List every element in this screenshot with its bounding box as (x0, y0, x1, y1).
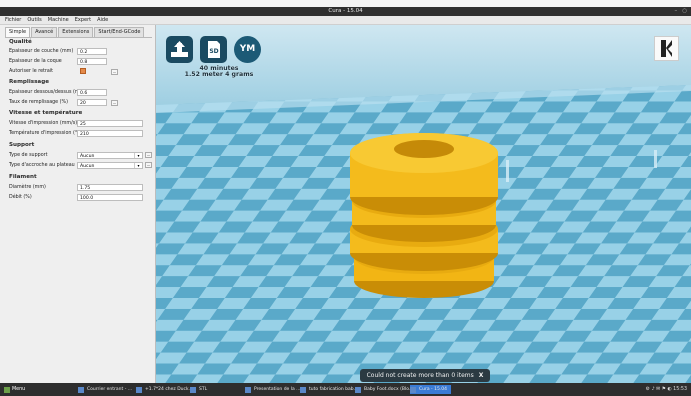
menu-expert[interactable]: Expert (75, 16, 91, 24)
notification-toast: Could not create more than 0 items X (360, 369, 490, 382)
flow-label: Débit (%) (9, 195, 32, 200)
flow-input[interactable]: 100.0 (77, 194, 143, 201)
task-cura[interactable]: Cura - 15.04 (410, 385, 451, 394)
section-remplissage: Remplissage (9, 79, 50, 85)
app-icon (136, 387, 142, 393)
task-label: Courrier entrant - ... (87, 387, 133, 392)
sd-card-icon: SD (208, 41, 220, 58)
task-label: Presentation de la ... (254, 387, 301, 392)
system-tray: ⚙ ♪ ✉ ⚑ ◐ 15:53 (646, 385, 687, 394)
section-filament: Filament (9, 174, 37, 180)
chevron-down-icon: ▾ (134, 153, 142, 158)
adhesion-settings-button[interactable]: ... (145, 162, 152, 168)
retract-checkbox[interactable] (80, 68, 86, 74)
tab-divider (5, 37, 152, 38)
svg-text:SD: SD (209, 48, 218, 55)
shell-input[interactable]: 0.8 (77, 58, 107, 65)
view-mode-icon (661, 40, 672, 57)
fill-label: Taux de remplissage (%) (9, 100, 68, 105)
task-label: Cura - 15.04 (419, 387, 447, 392)
retract-settings-button[interactable]: ... (111, 69, 118, 75)
youmagine-button[interactable]: YM (234, 36, 261, 63)
menu-bar: Fichier Outils Machine Expert Aide (0, 16, 691, 25)
menu-fichier[interactable]: Fichier (5, 16, 21, 24)
print-info: 40 minutes 1.52 meter 4 grams (169, 65, 269, 78)
temp-label: Température d'impression (°C) (9, 131, 83, 136)
title-bar: Cura - 15.04 – ○ (0, 7, 691, 16)
task-duck[interactable]: +1.7*24 chez Duck... (136, 385, 193, 394)
load-model-button[interactable] (166, 36, 193, 63)
diameter-label: Diamètre (mm) (9, 185, 46, 190)
task-babyfoot[interactable]: Baby Foot.docx (Blo... (355, 385, 413, 394)
support-settings-button[interactable]: ... (145, 152, 152, 158)
top-strip (0, 0, 691, 7)
task-courrier[interactable]: Courrier entrant - ... (78, 385, 132, 394)
menu-icon (4, 387, 10, 393)
app-icon (355, 387, 361, 393)
adhesion-select[interactable]: Aucun ▾ (77, 162, 143, 169)
model-object[interactable] (350, 133, 498, 298)
view-mode-button[interactable] (654, 36, 679, 61)
minimize-button[interactable]: – (674, 7, 677, 16)
app-icon (245, 387, 251, 393)
fill-settings-button[interactable]: ... (111, 100, 118, 106)
support-type-value: Aucun (80, 154, 95, 159)
3d-viewport[interactable]: SD YM 40 minutes 1.52 meter 4 grams Coul… (156, 25, 691, 383)
toast-close-button[interactable]: X (479, 372, 484, 379)
task-label: +1.7*24 chez Duck... (145, 387, 193, 392)
temp-input[interactable]: 210 (77, 130, 143, 137)
section-vitesse: Vitesse et température (9, 110, 83, 116)
support-type-select[interactable]: Aucun ▾ (77, 152, 143, 159)
plate-corner-marker (654, 150, 657, 168)
plate-corner-marker (506, 160, 509, 182)
section-qualite: Qualité (9, 39, 32, 45)
speed-input[interactable]: 25 (77, 120, 143, 127)
maximize-button[interactable]: ○ (682, 7, 687, 16)
menu-machine[interactable]: Machine (48, 16, 69, 24)
tray-icons[interactable]: ⚙ ♪ ✉ ⚑ ◐ (646, 387, 672, 392)
bottom-top-input[interactable]: 0.6 (77, 89, 107, 96)
app-icon (300, 387, 306, 393)
adhesion-value: Aucun (80, 164, 95, 169)
diameter-input[interactable]: 1.75 (77, 184, 143, 191)
taskbar: Menu Courrier entrant - ... +1.7*24 chez… (0, 383, 691, 396)
app-icon (78, 387, 84, 393)
layer-height-label: Epaisseur de couche (mm) (9, 49, 74, 54)
build-plate-scene (156, 25, 691, 383)
save-sd-button[interactable]: SD (200, 36, 227, 63)
layer-height-input[interactable]: 0.2 (77, 48, 107, 55)
cura-icon (410, 387, 416, 393)
print-material: 1.52 meter 4 grams (184, 71, 254, 78)
tab-extensions[interactable]: Extensions (58, 27, 94, 37)
toast-message: Could not create more than 0 items (366, 372, 474, 379)
folder-icon (190, 387, 196, 393)
section-support: Support (9, 142, 35, 148)
shell-label: Epaisseur de la coque (9, 59, 62, 64)
window-title: Cura - 15.04 (328, 8, 363, 14)
task-label: STL (199, 387, 208, 392)
task-stl[interactable]: STL (190, 385, 207, 394)
chevron-down-icon: ▾ (134, 163, 142, 168)
tab-avance[interactable]: Avancé (31, 27, 58, 37)
start-menu-button[interactable]: Menu (4, 385, 25, 394)
bottom-top-label: Epaisseur dessous/dessus (mm) (9, 90, 87, 95)
task-tuto[interactable]: tuto fabrication bab... (300, 385, 358, 394)
menu-aide[interactable]: Aide (97, 16, 108, 24)
retract-label: Autoriser le retrait (9, 69, 54, 74)
menu-outils[interactable]: Outils (27, 16, 41, 24)
task-presentation[interactable]: Presentation de la ... (245, 385, 300, 394)
support-type-label: Type de support (9, 153, 48, 158)
fill-input[interactable]: 20 (77, 99, 107, 106)
task-label: tuto fabrication bab... (309, 387, 358, 392)
speed-label: Vitesse d'impression (mm/s) (9, 121, 78, 126)
tab-gcode[interactable]: Start/End-GCode (94, 27, 145, 37)
adhesion-label: Type d'accroche au plateau (9, 163, 75, 168)
tab-simple[interactable]: Simple (5, 27, 31, 37)
start-menu-label: Menu (12, 387, 26, 392)
task-label: Baby Foot.docx (Blo... (364, 387, 414, 392)
settings-panel: Simple Avancé Extensions Start/End-GCode… (0, 25, 156, 383)
clock: 15:53 (673, 387, 687, 392)
load-icon (171, 41, 188, 57)
